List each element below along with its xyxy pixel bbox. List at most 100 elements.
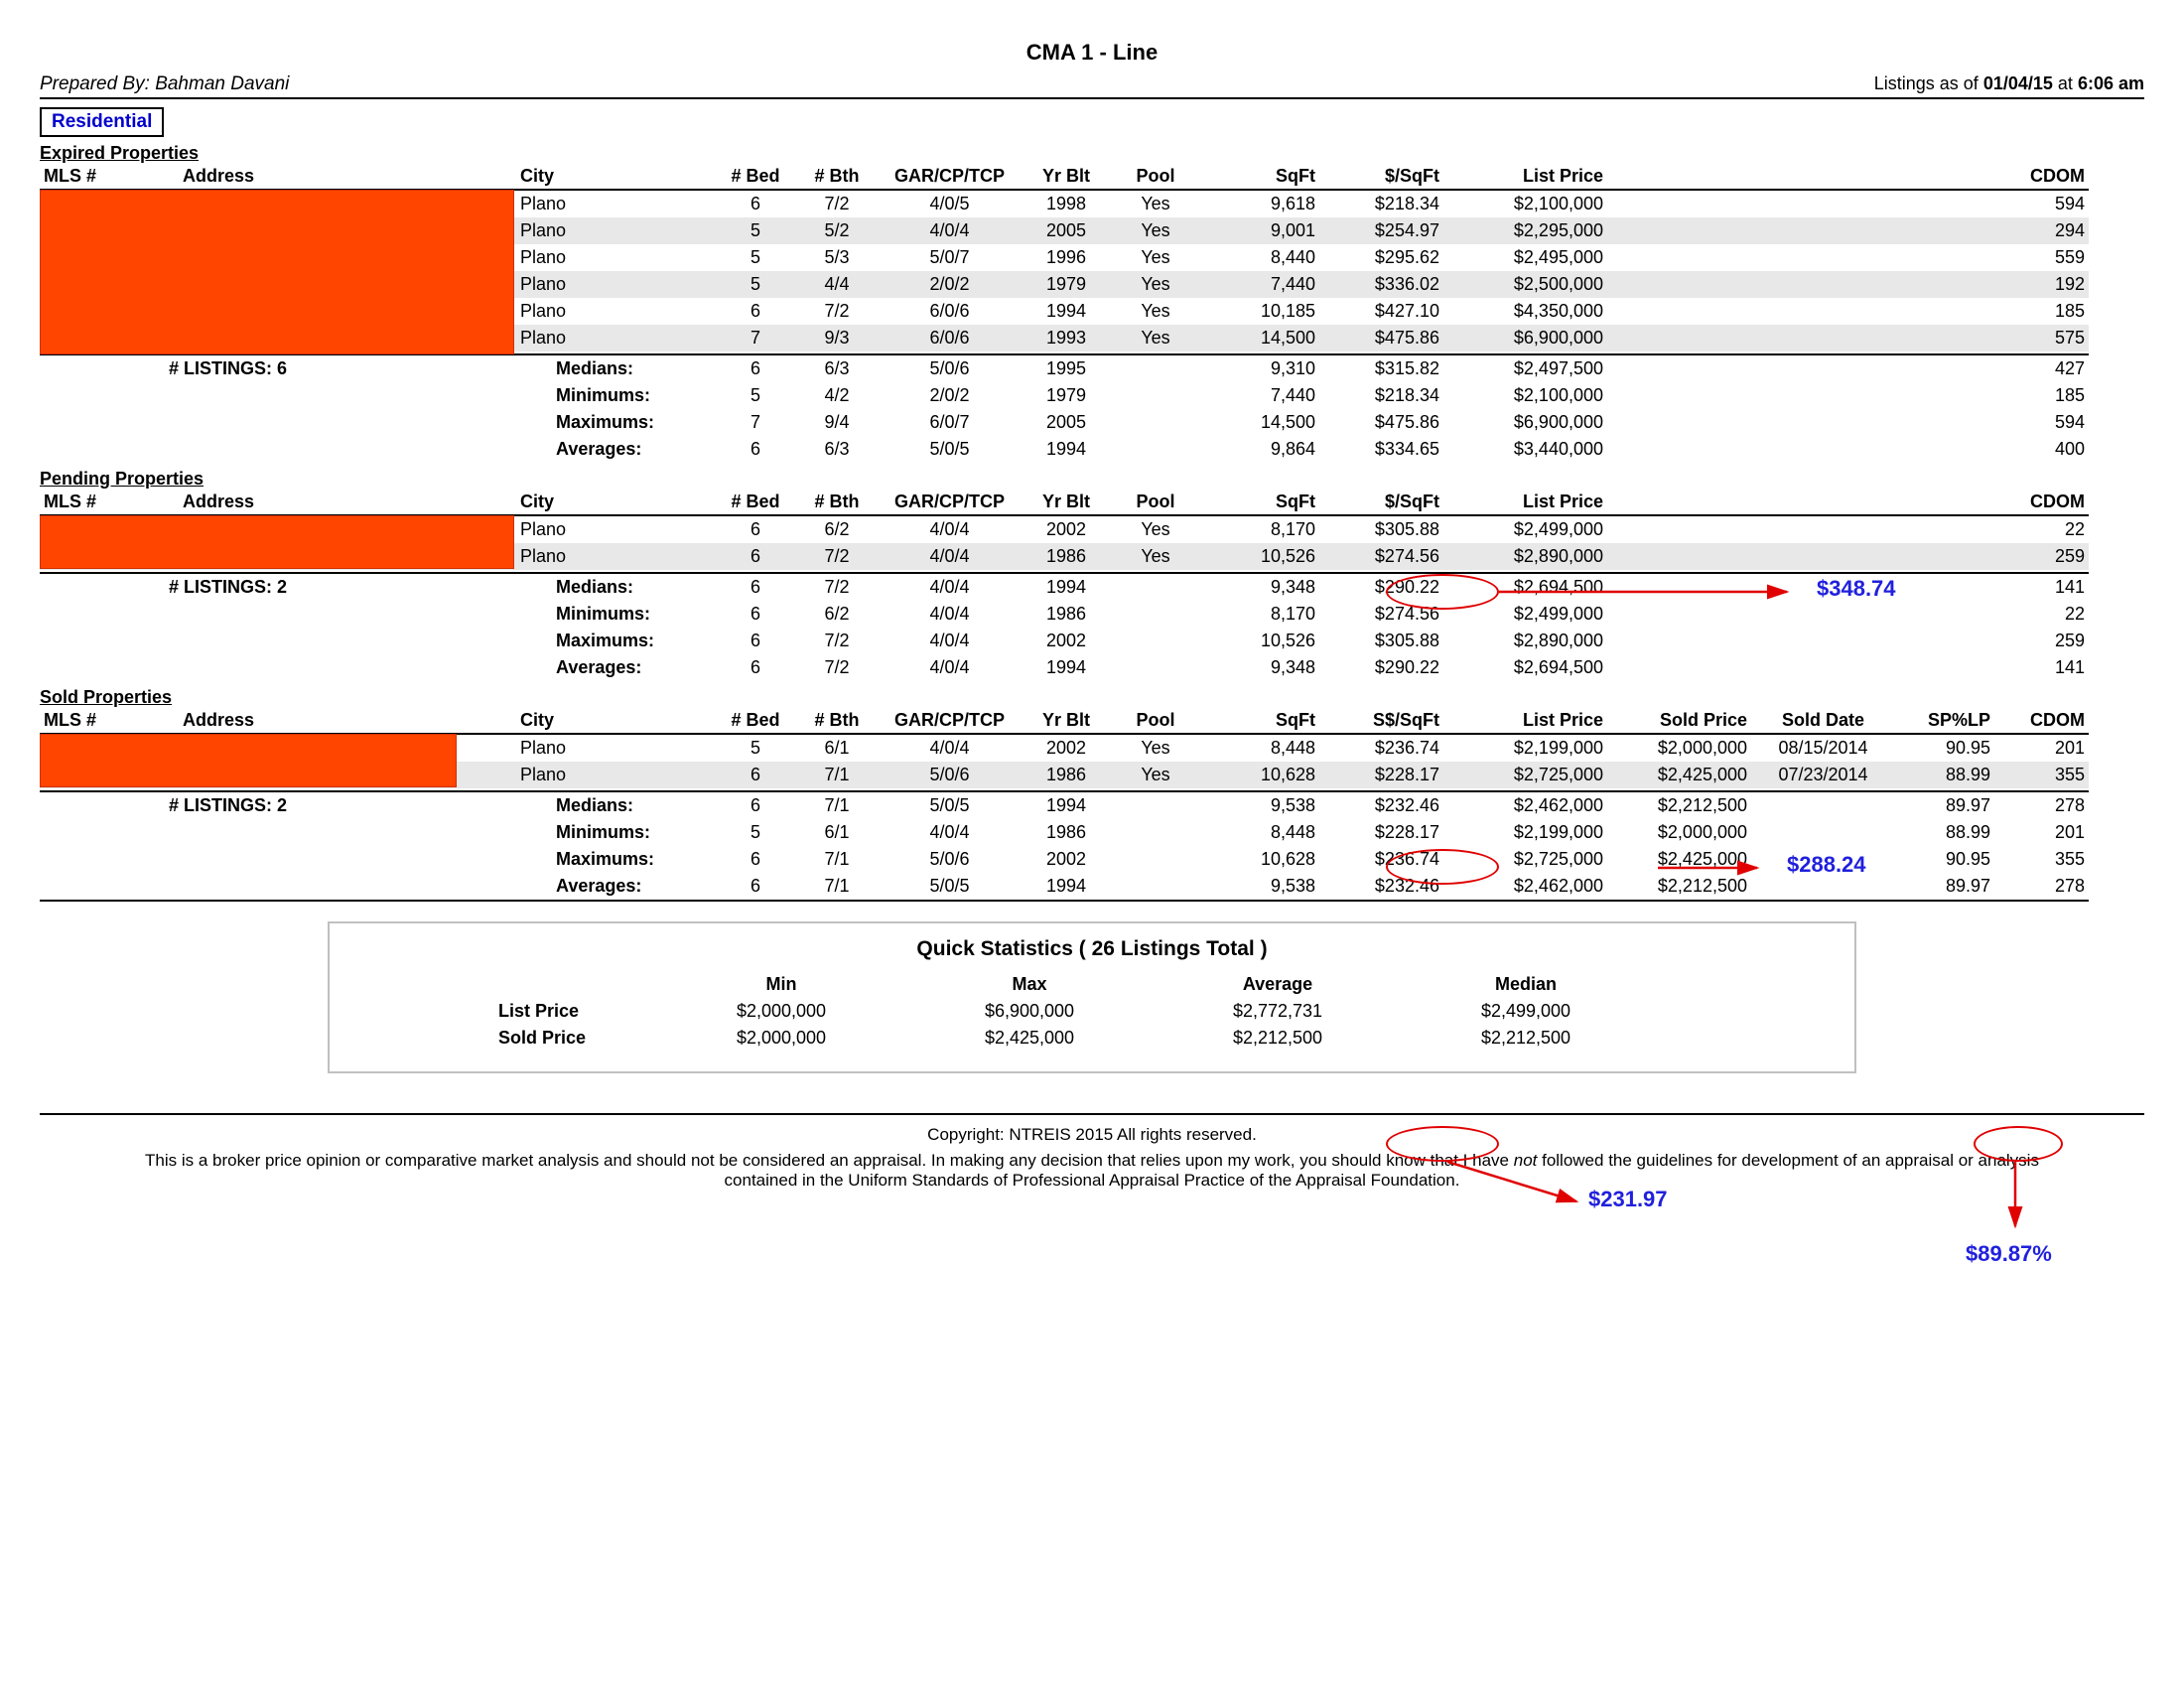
- cell: 294: [1994, 217, 2089, 244]
- cell: $2,500,000: [1443, 271, 1607, 298]
- cell: $2,100,000: [1443, 382, 1607, 409]
- cell: 6: [715, 792, 796, 819]
- cell: [1111, 382, 1200, 409]
- cell: 5/0/6: [878, 846, 1022, 873]
- cell: $6,900,000: [905, 998, 1154, 1025]
- cell: Yes: [1111, 516, 1200, 543]
- qs-row-label: Sold Price: [349, 1025, 657, 1052]
- cell: [1751, 298, 1895, 325]
- cell: $2,295,000: [1443, 217, 1607, 244]
- cell: 4/0/4: [878, 543, 1022, 570]
- cell: 10,628: [1200, 762, 1319, 788]
- cell: [1607, 325, 1751, 352]
- cell: [1607, 382, 1751, 409]
- cell: 7/2: [796, 574, 878, 601]
- cell: 559: [1994, 244, 2089, 271]
- quick-stats-title: Quick Statistics ( 26 Listings Total ): [349, 937, 1835, 961]
- asof-label: Listings as of: [1874, 73, 1979, 93]
- col-listprice: List Price: [1443, 490, 1607, 516]
- cell: [1607, 298, 1751, 325]
- cell: Plano: [516, 244, 715, 271]
- cell: 7/2: [796, 543, 878, 570]
- cell: 4/2: [796, 382, 878, 409]
- cell: [1751, 654, 1895, 681]
- pending-title: Pending Properties: [40, 469, 2144, 490]
- cell: Plano: [516, 271, 715, 298]
- prepared-by-label: Prepared By:: [40, 73, 150, 94]
- listings-count: # LISTINGS: 2: [40, 792, 516, 819]
- cell: 2002: [1022, 628, 1111, 654]
- cell: [1607, 543, 1751, 570]
- cell: [1895, 436, 1994, 463]
- cell: 1993: [1022, 325, 1111, 352]
- col-bed: # Bed: [715, 164, 796, 191]
- cell: $2,694,500: [1443, 654, 1607, 681]
- col-sqft: SqFt: [1200, 490, 1319, 516]
- cell: 10,526: [1200, 543, 1319, 570]
- cell: 9,348: [1200, 574, 1319, 601]
- cell: 1979: [1022, 271, 1111, 298]
- cell: 2002: [1022, 735, 1111, 762]
- cell: Plano: [516, 516, 715, 543]
- cell: [1607, 244, 1751, 271]
- cell: 9,538: [1200, 873, 1319, 900]
- cell: [1111, 819, 1200, 846]
- col-psqft: $/SqFt: [1319, 490, 1443, 516]
- cell: [1895, 574, 1994, 601]
- cell: Yes: [1111, 271, 1200, 298]
- cell: [1895, 244, 1994, 271]
- cell: [1895, 543, 1994, 570]
- cell: 5: [715, 271, 796, 298]
- prepared-by-name: Bahman Davani: [155, 73, 289, 94]
- cell: [1895, 409, 1994, 436]
- col-gar: GAR/CP/TCP: [878, 164, 1022, 191]
- cell: 07/23/2014: [1751, 762, 1895, 788]
- col-bth: # Bth: [796, 490, 878, 516]
- cell: Plano: [516, 191, 715, 217]
- cell: Median: [1402, 971, 1650, 998]
- cell: 6: [715, 846, 796, 873]
- cell: $2,890,000: [1443, 543, 1607, 570]
- qs-row-label: List Price: [349, 998, 657, 1025]
- cell: 1998: [1022, 191, 1111, 217]
- cell: $2,462,000: [1443, 792, 1607, 819]
- cell: 1994: [1022, 654, 1111, 681]
- stat-label: Averages:: [516, 654, 715, 681]
- cell: Yes: [1111, 325, 1200, 352]
- stat-label: Maximums:: [516, 846, 715, 873]
- col-yrblt: Yr Blt: [1022, 164, 1111, 191]
- cell: [349, 971, 657, 998]
- cell: $2,497,500: [1443, 355, 1607, 382]
- cell: $228.17: [1319, 762, 1443, 788]
- cell: [1111, 436, 1200, 463]
- redacted-block: [40, 190, 514, 354]
- cell: [1895, 325, 1994, 352]
- cell: Plano: [516, 298, 715, 325]
- cell: $2,425,000: [1607, 846, 1751, 873]
- cell: 7,440: [1200, 271, 1319, 298]
- col-city: City: [516, 490, 715, 516]
- cell: 355: [1994, 846, 2089, 873]
- cell: [1751, 191, 1895, 217]
- cell: $2,212,500: [1402, 1025, 1650, 1052]
- col-solddate: Sold Date: [1751, 708, 1895, 735]
- cell: 1986: [1022, 819, 1111, 846]
- cell: 141: [1994, 654, 2089, 681]
- col-city: City: [516, 164, 715, 191]
- cell: 2005: [1022, 217, 1111, 244]
- cell: 400: [1994, 436, 2089, 463]
- stat-label: Averages:: [516, 436, 715, 463]
- cell: $2,212,500: [1607, 792, 1751, 819]
- col-address: Address: [179, 708, 516, 735]
- cell: 6: [715, 628, 796, 654]
- stat-label: Maximums:: [516, 409, 715, 436]
- cell: 4/4: [796, 271, 878, 298]
- cell: 10,628: [1200, 846, 1319, 873]
- cell: [1751, 217, 1895, 244]
- cell: 2005: [1022, 409, 1111, 436]
- col-bed: # Bed: [715, 490, 796, 516]
- cell: 6: [715, 298, 796, 325]
- cell: Plano: [516, 735, 715, 762]
- copyright: Copyright: NTREIS 2015 All rights reserv…: [40, 1125, 2144, 1145]
- cell: $2,212,500: [1154, 1025, 1402, 1052]
